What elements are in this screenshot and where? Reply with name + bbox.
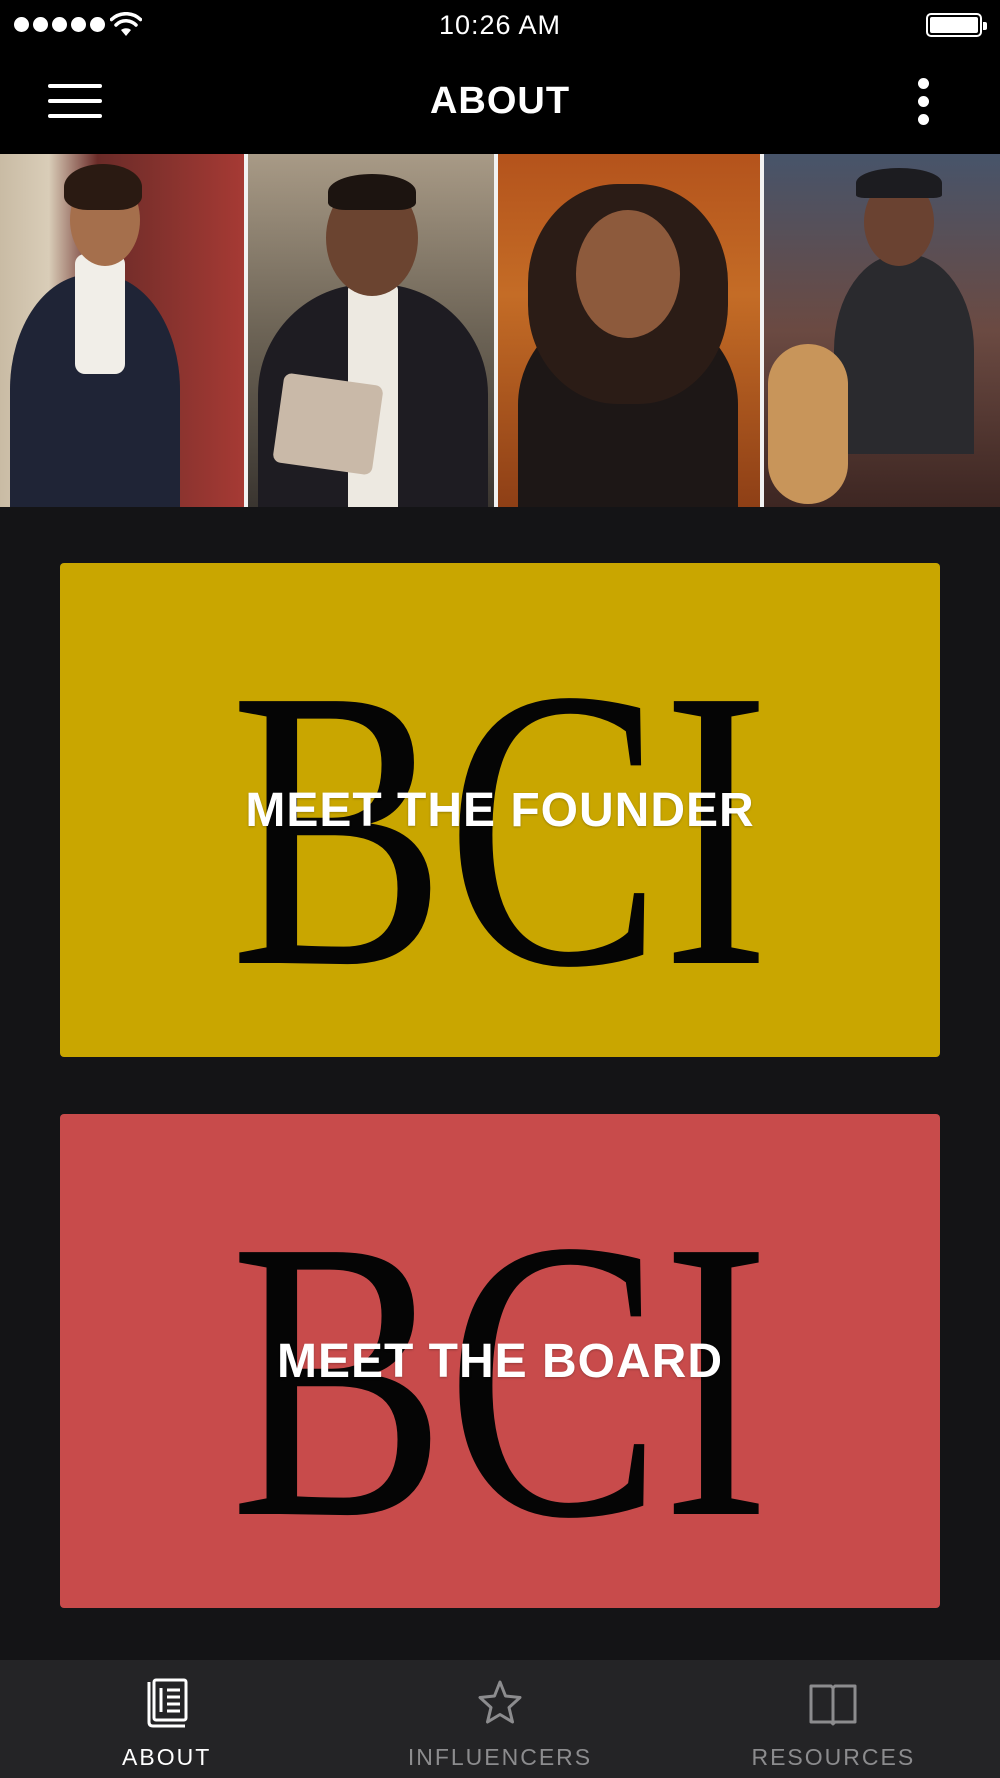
battery-icon xyxy=(926,13,987,37)
tab-resources-label: RESOURCES xyxy=(751,1744,916,1770)
battery-level xyxy=(930,17,978,33)
tab-influencers-label: INFLUENCERS xyxy=(407,1744,593,1770)
more-vertical-icon[interactable] xyxy=(912,76,936,128)
photo-strip xyxy=(0,154,1000,507)
meet-the-founder-label: MEET THE FOUNDER xyxy=(245,783,755,837)
star-icon xyxy=(478,1680,522,1724)
tab-about-label: ABOUT xyxy=(122,1744,212,1770)
tab-bar: ABOUT INFLUENCERS RESOURCES xyxy=(0,1660,1000,1778)
book-icon xyxy=(147,1678,188,1728)
meet-the-founder-card[interactable]: BCI MEET THE FOUNDER xyxy=(60,563,940,1057)
meet-the-board-label: MEET THE BOARD xyxy=(277,1334,723,1388)
photo-2 xyxy=(248,154,494,507)
status-time: 10:26 AM xyxy=(438,10,562,40)
tab-influencers[interactable]: INFLUENCERS xyxy=(333,1660,666,1778)
status-bar: 10:26 AM xyxy=(0,0,1000,50)
photo-1 xyxy=(0,154,244,507)
meet-the-board-card[interactable]: BCI MEET THE BOARD xyxy=(60,1114,940,1608)
tab-resources[interactable]: RESOURCES xyxy=(667,1660,1000,1778)
photo-3 xyxy=(498,154,760,507)
page-title: ABOUT xyxy=(429,80,571,122)
tab-about[interactable]: ABOUT xyxy=(0,1660,333,1778)
nav-bar: ABOUT xyxy=(0,50,1000,154)
photo-4 xyxy=(764,154,1000,507)
open-book-icon xyxy=(809,1684,857,1726)
